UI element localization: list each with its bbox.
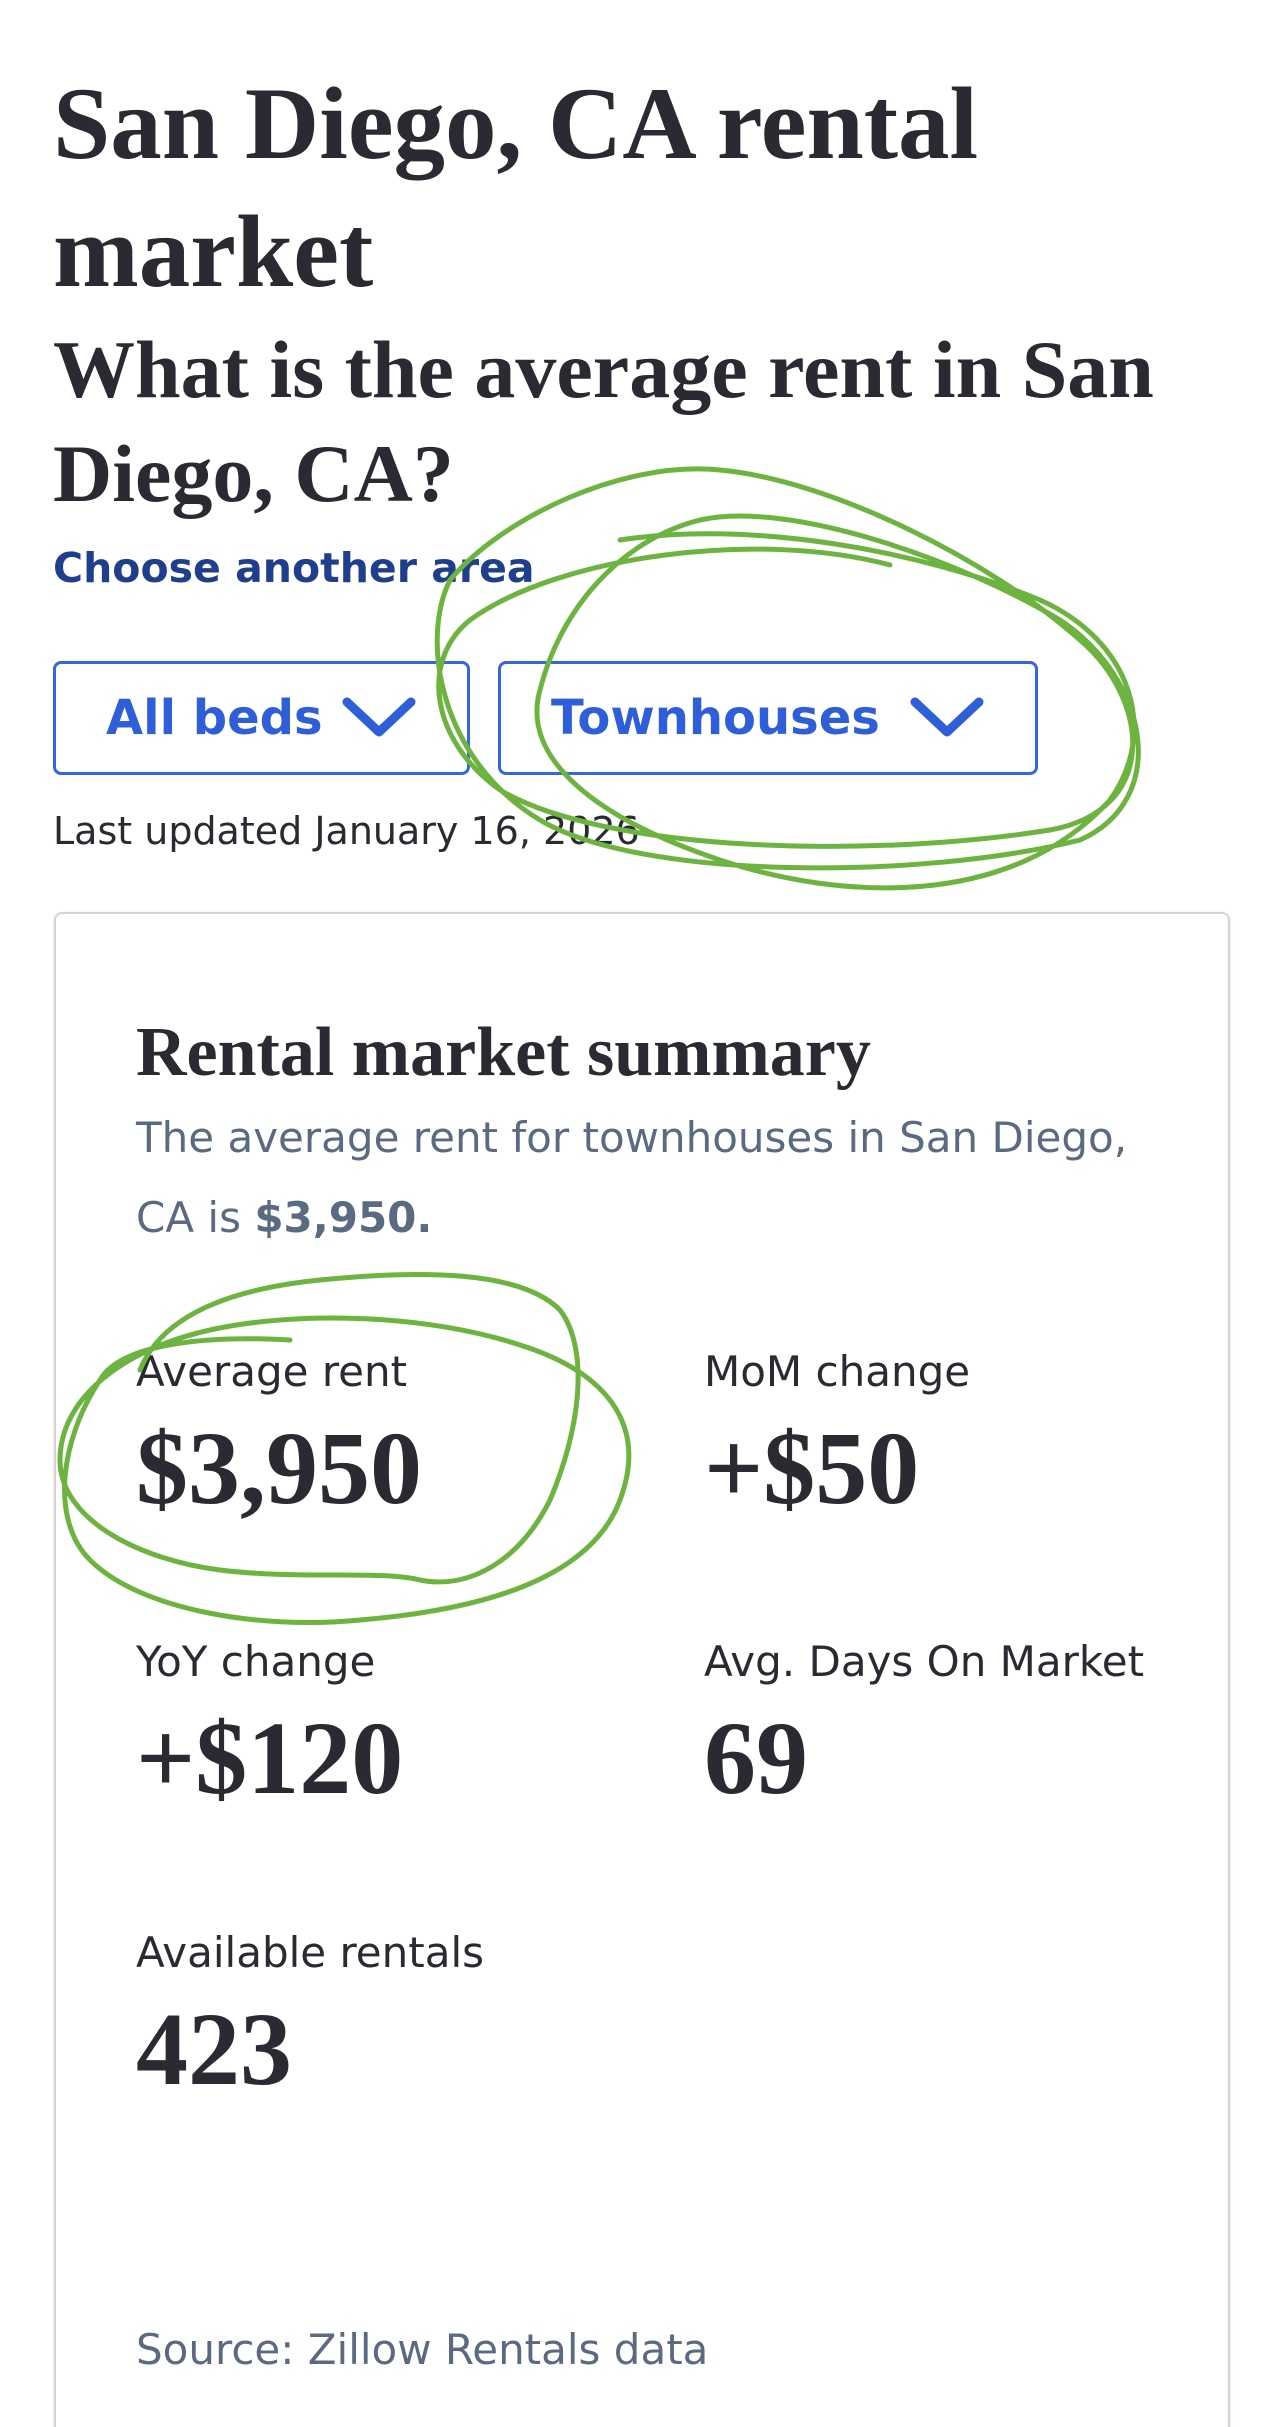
beds-filter-dropdown[interactable]: All beds xyxy=(53,661,470,775)
stat-available-rentals: Available rentals 423 xyxy=(136,1925,484,2105)
summary-description: The average rent for townhouses in San D… xyxy=(136,1098,1176,1258)
stat-value: +$120 xyxy=(136,1701,404,1816)
stat-mom-change: MoM change +$50 xyxy=(704,1344,970,1524)
stat-average-rent: Average rent $3,950 xyxy=(136,1344,422,1524)
stat-label: Average rent xyxy=(136,1347,408,1396)
chevron-down-icon xyxy=(342,697,416,737)
stat-value: 69 xyxy=(704,1701,808,1816)
last-updated-text: Last updated January 16, 2026 xyxy=(53,809,640,853)
beds-filter-label: All beds xyxy=(106,690,323,746)
page-title: San Diego, CA rental market xyxy=(53,67,979,309)
summary-description-value: $3,950. xyxy=(254,1193,433,1242)
stat-yoy-change: YoY change +$120 xyxy=(136,1634,403,1814)
stat-value: $3,950 xyxy=(136,1411,422,1526)
stat-value: +$50 xyxy=(704,1411,920,1526)
stat-avg-days-on-market: Avg. Days On Market 69 xyxy=(704,1634,1144,1814)
property-type-filter-label: Townhouses xyxy=(551,690,880,746)
stat-label: YoY change xyxy=(136,1637,376,1686)
choose-another-area-link[interactable]: Choose another area xyxy=(53,540,535,596)
source-attribution: Source: Zillow Rentals data xyxy=(136,2325,709,2374)
stat-value: 423 xyxy=(136,1992,292,2107)
stat-label: Available rentals xyxy=(136,1928,485,1977)
chevron-down-icon xyxy=(910,697,984,737)
stat-label: Avg. Days On Market xyxy=(704,1637,1145,1686)
stat-label: MoM change xyxy=(704,1347,971,1396)
summary-title: Rental market summary xyxy=(136,1014,871,1091)
rental-market-summary-card: Rental market summary The average rent f… xyxy=(54,912,1230,2427)
rental-market-page: San Diego, CA rental market What is the … xyxy=(0,0,1284,2427)
page-subtitle: What is the average rent in San Diego, C… xyxy=(53,324,1154,519)
property-type-filter-dropdown[interactable]: Townhouses xyxy=(498,661,1038,775)
